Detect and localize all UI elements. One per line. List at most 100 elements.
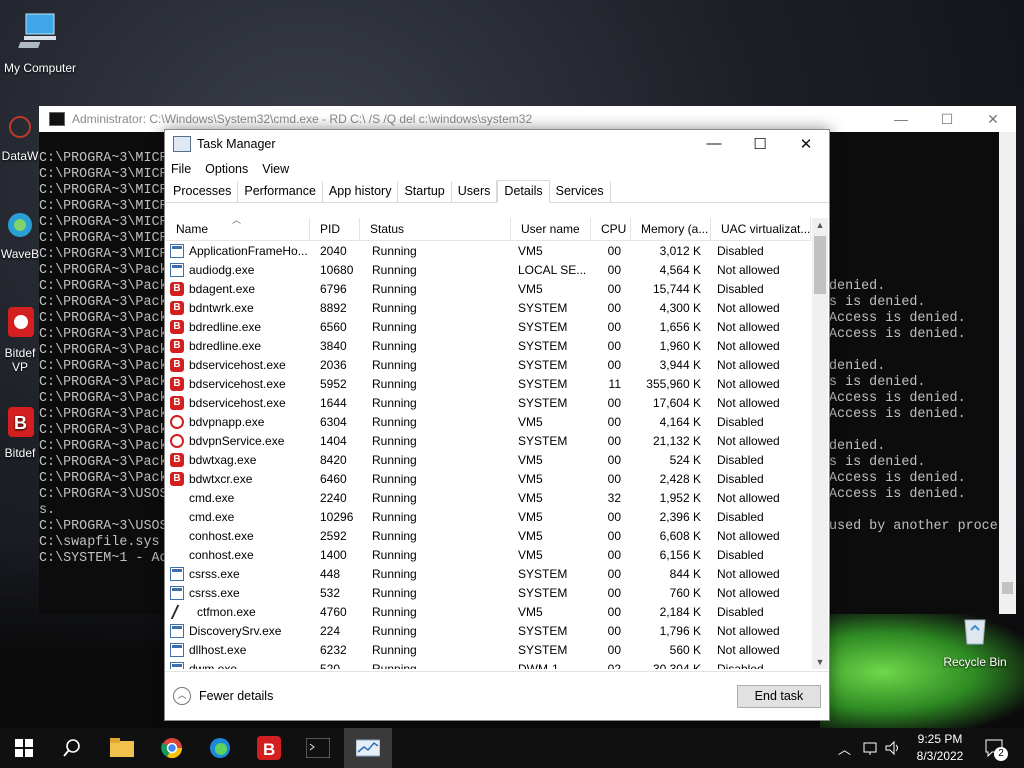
tab-app-history[interactable]: App history — [323, 181, 399, 202]
menu-options[interactable]: Options — [205, 162, 248, 176]
column-header-uac[interactable]: UAC virtualizat... — [711, 218, 811, 240]
cell-uac: Not allowed — [717, 300, 780, 315]
cell-user-name: SYSTEM — [518, 642, 568, 657]
table-row[interactable]: csrss.exe 448 Running SYSTEM 00 844 K Not allo… — [166, 564, 811, 583]
cell-memory: 4,564 K — [659, 262, 701, 277]
scroll-up-icon[interactable]: ▲ — [812, 220, 828, 230]
maximize-icon[interactable]: ☐ — [737, 135, 783, 153]
tab-users[interactable]: Users — [452, 181, 498, 202]
table-row[interactable]: dwm.exe 520 Running DWM-1 02 30,304 K Disabled — [166, 659, 811, 669]
table-row[interactable]: Bbdagent.exe 6796 Running VM5 00 15,744 K Disa… — [166, 279, 811, 298]
table-row[interactable]: conhost.exe 2592 Running VM5 00 6,608 K Not al… — [166, 526, 811, 545]
cell-name: ApplicationFrameHo... — [166, 243, 310, 258]
start-button[interactable] — [0, 728, 48, 768]
cell-uac: Disabled — [717, 452, 764, 467]
taskbar-edge[interactable] — [196, 728, 244, 768]
cmd-line: C:\PROGRA~3\USOS — [39, 519, 168, 534]
table-row[interactable]: Bbdredline.exe 6560 Running SYSTEM 00 1,656 K… — [166, 317, 811, 336]
desktop-icon-dataw[interactable]: DataW — [0, 112, 40, 163]
tab-performance[interactable]: Performance — [238, 181, 323, 202]
network-status[interactable] — [862, 728, 880, 768]
system-clock[interactable]: 9:25 PM 8/3/2022 — [905, 731, 975, 765]
table-row[interactable]: cmd.exe 10296 Running VM5 00 2,396 K Disabled — [166, 507, 811, 526]
cell-user-name: VM5 — [518, 528, 543, 543]
cell-cpu: 00 — [607, 281, 621, 296]
task-manager-window[interactable]: Task Manager — ☐ ✕ File Options View Pro… — [164, 129, 830, 721]
tm-titlebar[interactable]: Task Manager — ☐ ✕ — [165, 130, 829, 158]
volume-control[interactable] — [884, 728, 902, 768]
tab-processes[interactable]: Processes — [167, 181, 239, 202]
taskbar-file-explorer[interactable] — [98, 728, 146, 768]
show-hidden-icons[interactable]: ︿ — [838, 728, 851, 768]
column-header-cpu[interactable]: CPU — [591, 218, 631, 240]
table-row[interactable]: ctfmon.exe 4760 Running VM5 00 2,184 K Disable… — [166, 602, 811, 621]
table-row[interactable]: Bbdwtxcr.exe 6460 Running VM5 00 2,428 K Disab… — [166, 469, 811, 488]
desktop-icon-recycle-bin[interactable]: Recycle Bin — [935, 612, 1015, 669]
cmd-line: C:\PROGRA~3\MICR — [39, 231, 168, 246]
tab-services[interactable]: Services — [550, 181, 611, 202]
scroll-down-icon[interactable]: ▼ — [812, 657, 828, 667]
table-row[interactable]: audiodg.exe 10680 Running LOCAL SE... 00 4,56… — [166, 260, 811, 279]
taskbar-cmd[interactable] — [294, 728, 342, 768]
desktop-icon-bitdefender-vpn[interactable]: Bitdef VP — [0, 305, 40, 374]
column-header-pid[interactable]: PID — [310, 218, 360, 240]
table-row[interactable]: Bbdservicehost.exe 5952 Running SYSTEM 11 355… — [166, 374, 811, 393]
desktop-icon-waveb[interactable]: WaveB — [0, 210, 40, 261]
menu-view[interactable]: View — [262, 162, 289, 176]
column-header-memory[interactable]: Memory (a... — [631, 218, 711, 240]
table-row[interactable]: conhost.exe 1400 Running VM5 00 6,156 K Disabl… — [166, 545, 811, 564]
table-row[interactable]: Bbdservicehost.exe 1644 Running SYSTEM 00 17,… — [166, 393, 811, 412]
cell-cpu: 00 — [607, 319, 621, 334]
close-icon[interactable]: ✕ — [970, 111, 1016, 128]
table-row[interactable]: Bbdservicehost.exe 2036 Running SYSTEM 00 3,9… — [166, 355, 811, 374]
cmd-scrollbar[interactable] — [999, 132, 1016, 614]
table-scroll-thumb[interactable] — [814, 236, 826, 294]
recycle-bin-icon — [935, 612, 1015, 651]
cmd-scroll-thumb[interactable] — [1002, 582, 1013, 594]
bitdefender-icon: B — [170, 281, 184, 296]
table-row[interactable]: cmd.exe 2240 Running VM5 32 1,952 K Not allowe… — [166, 488, 811, 507]
table-row[interactable]: dllhost.exe 6232 Running SYSTEM 00 560 K Not a… — [166, 640, 811, 659]
minimize-icon[interactable]: — — [878, 111, 924, 128]
column-header-status[interactable]: Status — [360, 218, 511, 240]
cell-memory: 844 K — [669, 566, 701, 581]
table-row[interactable]: bdvpnapp.exe 6304 Running VM5 00 4,164 K Disab… — [166, 412, 811, 431]
cell-name: ctfmon.exe — [166, 604, 310, 619]
desktop-icon-my-computer[interactable]: My Computer — [0, 10, 80, 75]
bitdefender-icon: B — [170, 319, 184, 334]
table-row[interactable]: csrss.exe 532 Running SYSTEM 00 760 K Not allo… — [166, 583, 811, 602]
taskbar-bitdefender[interactable]: B — [245, 728, 293, 768]
desktop-icon-bitdefender[interactable]: B Bitdef — [0, 405, 40, 460]
desktop-icon-label: My Computer — [3, 61, 77, 75]
notification-center[interactable]: 2 — [984, 728, 1008, 768]
end-task-button[interactable]: End task — [737, 685, 821, 708]
taskbar-chrome[interactable] — [148, 728, 196, 768]
taskbar-task-manager[interactable] — [344, 728, 392, 768]
cell-status: Running — [372, 319, 417, 334]
table-row[interactable]: Bbdntwrk.exe 8892 Running SYSTEM 00 4,300 K No… — [166, 298, 811, 317]
table-row[interactable]: bdvpnService.exe 1404 Running SYSTEM 00 21,13… — [166, 431, 811, 450]
table-scrollbar[interactable]: ▲ ▼ — [812, 218, 828, 669]
table-row[interactable]: DiscoverySrv.exe 224 Running SYSTEM 00 1,796 … — [166, 621, 811, 640]
cell-pid: 4760 — [320, 604, 347, 619]
table-row[interactable]: Bbdwtxag.exe 8420 Running VM5 00 524 K Disable… — [166, 450, 811, 469]
cell-user-name: SYSTEM — [518, 357, 568, 372]
maximize-icon[interactable]: ☐ — [924, 111, 970, 128]
fewer-details-button[interactable]: ︿ Fewer details — [173, 687, 273, 705]
minimize-icon[interactable]: — — [691, 135, 737, 153]
process-name: conhost.exe — [189, 528, 254, 543]
tab-details[interactable]: Details — [497, 180, 550, 203]
table-row[interactable]: ApplicationFrameHo... 2040 Running VM5 00 3,0… — [166, 241, 811, 260]
cmd-line: s is denied. — [829, 375, 926, 390]
close-icon[interactable]: ✕ — [783, 135, 829, 153]
table-row[interactable]: Bbdredline.exe 3840 Running SYSTEM 00 1,960 K… — [166, 336, 811, 355]
tab-startup[interactable]: Startup — [398, 181, 452, 202]
bitdefender-icon: B — [170, 376, 184, 391]
cmd-line: C:\PROGRA~3\Pack — [39, 439, 168, 454]
cmd-line: C:\swapfile.sys — [39, 535, 160, 550]
menu-file[interactable]: File — [171, 162, 191, 176]
column-header-user-name[interactable]: User name — [511, 218, 591, 240]
cell-cpu: 00 — [607, 585, 621, 600]
cmd-line: C:\PROGRA~3\Pack — [39, 327, 168, 342]
search-button[interactable] — [48, 728, 96, 768]
